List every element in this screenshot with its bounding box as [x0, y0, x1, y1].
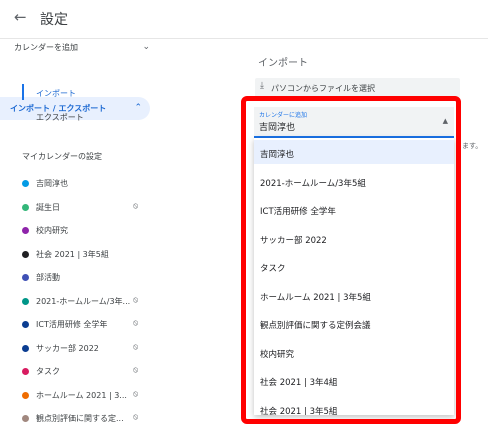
calendar-name: ICT活用研修 全学年	[36, 320, 108, 329]
visibility-off-icon[interactable]: ⦸	[133, 389, 138, 399]
calendar-list-item[interactable]: タスク ⦸	[0, 365, 152, 379]
upload-icon: ⤓	[260, 81, 264, 91]
visibility-off-icon[interactable]: ⦸	[133, 342, 138, 352]
calendar-color-dot	[22, 391, 29, 399]
section-title: インポート	[258, 58, 308, 69]
calendar-list-item[interactable]: 部活動	[0, 271, 152, 285]
calendar-list-item[interactable]: 社会 2021 | 3年5組	[0, 248, 152, 262]
chevron-down-icon: ⌄	[142, 42, 150, 52]
active-indicator	[22, 84, 24, 100]
calendar-color-dot	[22, 368, 29, 375]
calendar-color-dot	[22, 180, 29, 187]
calendar-color-dot	[22, 344, 29, 352]
calendar-list-item[interactable]: ホームルーム 2021 | 3... ⦸	[0, 389, 152, 403]
calendar-name: 吉岡淳也	[36, 179, 68, 188]
calendar-name: ホームルーム 2021 | 3...	[36, 390, 127, 400]
calendar-color-dot	[22, 203, 29, 211]
calendar-color-dot	[22, 274, 29, 281]
calendar-name: 社会 2021 | 3年5組	[36, 249, 109, 259]
select-file-label: パソコンからファイルを選択	[271, 84, 375, 93]
calendar-list-item[interactable]: 校内研究	[0, 224, 152, 238]
calendar-name: 部活動	[36, 273, 60, 282]
calendar-list-item[interactable]: サッカー部 2022 ⦸	[0, 342, 152, 356]
calendar-list-item[interactable]: 観点別評価に関する定... ⦸	[0, 412, 152, 426]
calendar-color-dot	[22, 321, 29, 328]
calendar-name: 誕生日	[36, 202, 60, 212]
calendar-list-item[interactable]: 2021-ホームルーム/3年... ⦸	[0, 295, 152, 309]
sidebar-item-label: インポート	[36, 89, 76, 98]
select-file-button[interactable]: ⤓ パソコンからファイルを選択	[255, 78, 460, 98]
calendar-name: 観点別評価に関する定...	[36, 414, 124, 423]
calendar-color-dot	[22, 297, 29, 305]
calendar-name: サッカー部 2022	[36, 343, 99, 353]
calendar-list-item[interactable]: 吉岡淳也	[0, 177, 152, 191]
page-title: 設定	[40, 12, 68, 28]
visibility-off-icon[interactable]: ⦸	[133, 412, 138, 422]
chevron-up-icon: ⌃	[134, 103, 142, 113]
calendar-color-dot	[22, 250, 29, 258]
calendar-name: タスク	[36, 367, 60, 376]
visibility-off-icon[interactable]: ⦸	[133, 365, 138, 375]
visibility-off-icon[interactable]: ⦸	[133, 318, 138, 328]
visibility-off-icon[interactable]: ⦸	[133, 295, 138, 305]
sidebar-item-label: カレンダーを追加	[14, 43, 78, 52]
header: ← 設定	[0, 0, 488, 38]
calendar-list-item[interactable]: 誕生日 ⦸	[0, 201, 152, 215]
calendar-color-dot	[22, 227, 29, 234]
visibility-off-icon[interactable]: ⦸	[133, 201, 138, 211]
sidebar-item-label: エクスポート	[36, 113, 84, 122]
arrow-left-icon[interactable]: ←	[14, 8, 27, 26]
highlight-box	[241, 96, 461, 424]
calendar-list-item[interactable]: ICT活用研修 全学年 ⦸	[0, 318, 152, 332]
calendar-color-dot	[22, 415, 29, 422]
truncated-text: ます。	[462, 142, 483, 150]
sidebar: カレンダーを追加 ⌄ インポート / エクスポート ⌃ インポート エクスポート…	[0, 39, 158, 437]
calendar-name: 校内研究	[36, 226, 68, 235]
calendar-name: 2021-ホームルーム/3年...	[36, 296, 131, 306]
